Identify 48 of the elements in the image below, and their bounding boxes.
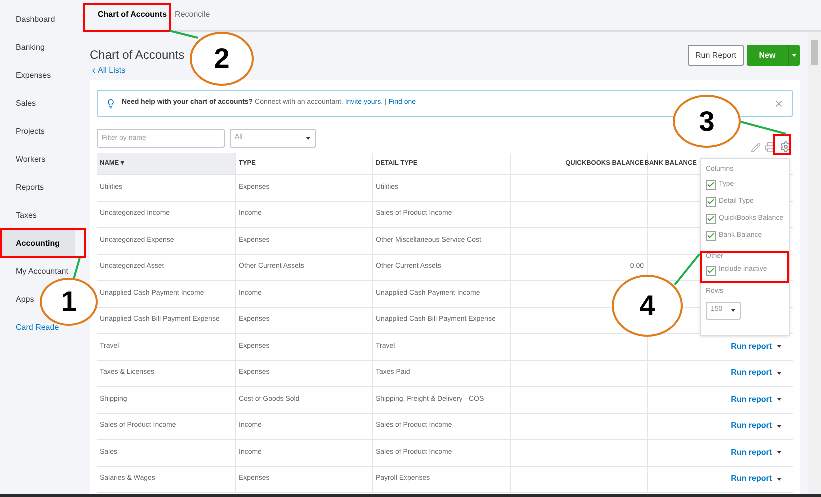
caret-icon bbox=[777, 398, 782, 402]
caret-icon bbox=[777, 424, 782, 428]
caret-icon bbox=[777, 478, 782, 481]
leader-line bbox=[674, 253, 701, 286]
checkbox[interactable] bbox=[706, 180, 716, 190]
caret-icon bbox=[306, 137, 311, 140]
sidebar-item[interactable]: Reports bbox=[0, 174, 44, 202]
checkbox[interactable] bbox=[706, 266, 716, 276]
sidebar-item[interactable]: Expenses bbox=[0, 62, 52, 90]
leader-line bbox=[740, 121, 786, 135]
sidebar-item[interactable]: Taxes bbox=[0, 202, 37, 230]
run-report-button[interactable]: Run Report bbox=[688, 45, 744, 66]
run-report-link[interactable]: Run report bbox=[731, 446, 772, 459]
edit-icon[interactable] bbox=[751, 143, 761, 153]
sidebar-item[interactable]: Workers bbox=[0, 146, 46, 174]
run-report-link[interactable]: Run report bbox=[731, 367, 772, 380]
sidebar-item[interactable]: Accounting bbox=[0, 230, 75, 258]
sidebar-item[interactable]: Sales bbox=[0, 90, 36, 118]
leader-line bbox=[73, 258, 81, 280]
lightbulb-icon bbox=[106, 98, 116, 108]
highlight-box bbox=[773, 134, 791, 155]
caret-icon bbox=[777, 451, 782, 454]
run-report-link[interactable]: Run report bbox=[731, 473, 772, 486]
run-report-link[interactable]: Run report bbox=[731, 394, 772, 406]
caret-icon bbox=[792, 54, 797, 57]
sidebar-item[interactable]: Projects bbox=[0, 118, 45, 146]
callout-number: 2 bbox=[190, 32, 254, 86]
checkbox[interactable] bbox=[706, 231, 716, 241]
page-title: Chart of Accounts bbox=[90, 47, 185, 64]
tab[interactable]: Reconcile bbox=[175, 9, 210, 21]
tab[interactable]: Chart of Accounts bbox=[98, 9, 168, 21]
caret-icon bbox=[731, 309, 736, 312]
run-report-link[interactable]: Run report bbox=[731, 420, 772, 432]
caret-icon bbox=[777, 372, 782, 375]
print-icon[interactable] bbox=[765, 142, 776, 153]
checkbox[interactable] bbox=[706, 214, 716, 224]
back-icon bbox=[90, 66, 98, 74]
checkbox[interactable] bbox=[706, 197, 716, 207]
scrollbar[interactable] bbox=[808, 32, 821, 497]
caret-icon bbox=[777, 345, 782, 348]
all-lists-link[interactable]: All Lists bbox=[90, 65, 126, 76]
settings-icon[interactable] bbox=[780, 141, 792, 153]
run-report-link[interactable]: Run report bbox=[731, 340, 772, 353]
sidebar-item[interactable]: Dashboard bbox=[0, 6, 56, 34]
sidebar-item[interactable]: Apps bbox=[0, 286, 34, 314]
leader-line bbox=[170, 30, 198, 39]
close-icon[interactable] bbox=[774, 98, 784, 108]
sidebar-item[interactable]: Banking bbox=[0, 34, 45, 62]
